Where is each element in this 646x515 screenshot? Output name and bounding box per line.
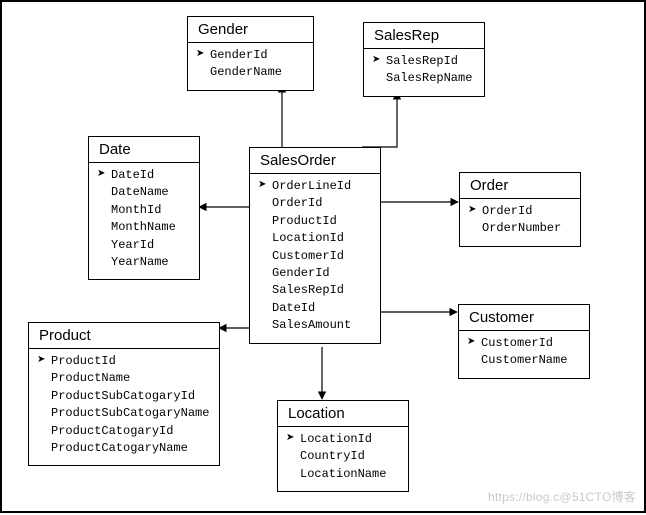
field-row: YearId [97, 237, 191, 254]
entity-body: ➤DateIdDateNameMonthIdMonthNameYearIdYea… [89, 163, 199, 279]
field-name: GenderId [210, 47, 268, 64]
field-row: OrderNumber [468, 220, 572, 237]
pk-marker-icon: ➤ [286, 431, 300, 446]
field-name: SalesRepName [386, 70, 472, 87]
entity-body: ➤SalesRepIdSalesRepName [364, 49, 484, 96]
pk-marker-icon: ➤ [372, 53, 386, 68]
entity-salesrep: SalesRep➤SalesRepIdSalesRepName [363, 22, 485, 97]
field-name: OrderId [272, 195, 322, 212]
field-row: CustomerId [258, 248, 372, 265]
field-row: OrderId [258, 195, 372, 212]
field-row: ProductCatogaryId [37, 423, 211, 440]
field-row: SalesAmount [258, 317, 372, 334]
entity-location: Location➤LocationIdCountryIdLocationName [277, 400, 409, 492]
field-row: YearName [97, 254, 191, 271]
field-name: CustomerId [481, 335, 553, 352]
entity-title: Product [29, 323, 219, 349]
field-name: ProductSubCatogaryId [51, 388, 195, 405]
field-row: ➤OrderId [468, 203, 572, 220]
connector-salesorder-salesrep [362, 92, 397, 147]
entity-date: Date➤DateIdDateNameMonthIdMonthNameYearI… [88, 136, 200, 280]
field-row: SalesRepId [258, 282, 372, 299]
field-name: ProductCatogaryId [51, 423, 173, 440]
field-name: CountryId [300, 448, 365, 465]
field-name: MonthId [111, 202, 161, 219]
field-row: ProductName [37, 370, 211, 387]
entity-body: ➤ProductIdProductNameProductSubCatogaryI… [29, 349, 219, 465]
pk-marker-icon: ➤ [258, 178, 272, 193]
entity-title: Order [460, 173, 580, 199]
field-name: MonthName [111, 219, 176, 236]
field-row: ➤GenderId [196, 47, 305, 64]
field-row: ➤OrderLineId [258, 178, 372, 195]
field-row: DateName [97, 184, 191, 201]
field-name: YearName [111, 254, 169, 271]
watermark-text: https://blog.c@51CTO博客 [488, 488, 636, 505]
entity-salesorder: SalesOrder➤OrderLineIdOrderIdProductIdLo… [249, 147, 381, 344]
field-row: ➤LocationId [286, 431, 400, 448]
entity-order: Order➤OrderIdOrderNumber [459, 172, 581, 247]
diagram-canvas: Gender➤GenderIdGenderNameSalesRep➤SalesR… [0, 0, 646, 513]
field-name: ProductSubCatogaryName [51, 405, 209, 422]
field-name: YearId [111, 237, 154, 254]
field-name: ProductId [272, 213, 337, 230]
field-row: GenderName [196, 64, 305, 81]
entity-gender: Gender➤GenderIdGenderName [187, 16, 314, 91]
entity-body: ➤OrderLineIdOrderIdProductIdLocationIdCu… [250, 174, 380, 343]
field-row: CountryId [286, 448, 400, 465]
field-name: DateId [111, 167, 154, 184]
entity-body: ➤LocationIdCountryIdLocationName [278, 427, 408, 491]
field-row: ProductId [258, 213, 372, 230]
field-row: ProductCatogaryName [37, 440, 211, 457]
entity-body: ➤OrderIdOrderNumber [460, 199, 580, 246]
field-name: ProductCatogaryName [51, 440, 188, 457]
entity-title: Customer [459, 305, 589, 331]
pk-marker-icon: ➤ [468, 203, 482, 218]
field-name: OrderNumber [482, 220, 561, 237]
pk-marker-icon: ➤ [97, 167, 111, 182]
field-row: MonthName [97, 219, 191, 236]
entity-customer: Customer➤CustomerIdCustomerName [458, 304, 590, 379]
field-name: SalesRepId [386, 53, 458, 70]
field-row: ➤DateId [97, 167, 191, 184]
field-name: GenderId [272, 265, 330, 282]
field-row: ➤SalesRepId [372, 53, 476, 70]
field-name: SalesAmount [272, 317, 351, 334]
field-row: MonthId [97, 202, 191, 219]
field-row: ➤CustomerId [467, 335, 581, 352]
entity-title: Date [89, 137, 199, 163]
field-row: LocationId [258, 230, 372, 247]
field-name: DateName [111, 184, 169, 201]
field-name: DateId [272, 300, 315, 317]
field-name: LocationName [300, 466, 386, 483]
entity-title: Location [278, 401, 408, 427]
field-row: ProductSubCatogaryName [37, 405, 211, 422]
field-name: ProductId [51, 353, 116, 370]
pk-marker-icon: ➤ [196, 47, 210, 62]
field-row: CustomerName [467, 352, 581, 369]
field-name: CustomerId [272, 248, 344, 265]
field-name: GenderName [210, 64, 282, 81]
entity-title: SalesOrder [250, 148, 380, 174]
field-name: OrderLineId [272, 178, 351, 195]
field-row: DateId [258, 300, 372, 317]
field-name: OrderId [482, 203, 532, 220]
field-row: SalesRepName [372, 70, 476, 87]
entity-product: Product➤ProductIdProductNameProductSubCa… [28, 322, 220, 466]
pk-marker-icon: ➤ [37, 353, 51, 368]
field-name: SalesRepId [272, 282, 344, 299]
field-name: LocationId [300, 431, 372, 448]
field-name: LocationId [272, 230, 344, 247]
entity-body: ➤GenderIdGenderName [188, 43, 313, 90]
entity-title: SalesRep [364, 23, 484, 49]
field-row: ProductSubCatogaryId [37, 388, 211, 405]
entity-body: ➤CustomerIdCustomerName [459, 331, 589, 378]
field-row: ➤ProductId [37, 353, 211, 370]
field-row: GenderId [258, 265, 372, 282]
pk-marker-icon: ➤ [467, 335, 481, 350]
entity-title: Gender [188, 17, 313, 43]
field-name: ProductName [51, 370, 130, 387]
field-row: LocationName [286, 466, 400, 483]
field-name: CustomerName [481, 352, 567, 369]
